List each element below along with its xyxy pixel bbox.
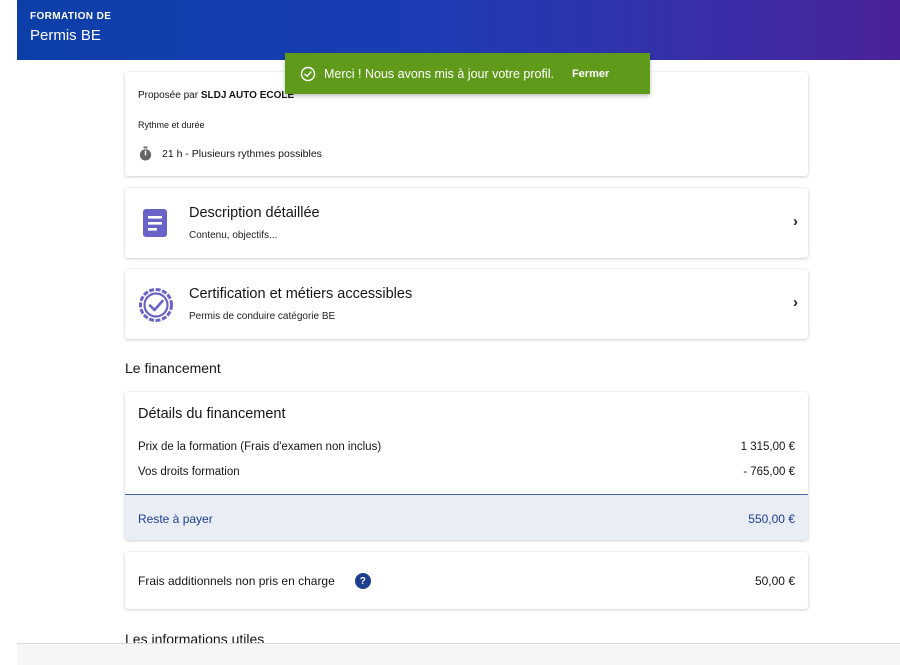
- financement-details-title: Détails du financement: [138, 406, 286, 422]
- toast-close-button[interactable]: Fermer: [572, 68, 609, 80]
- chevron-right-icon: ›: [793, 294, 798, 311]
- provider-line: Proposée par SLDJ AUTO ECOLE: [138, 90, 294, 101]
- rights-row: Vos droits formation - 765,00 €: [138, 466, 795, 478]
- duration-line: 21 h - Plusieurs rythmes possibles: [138, 146, 322, 161]
- bottom-bar: [17, 643, 900, 665]
- rythme-label: Rythme et durée: [138, 120, 205, 130]
- document-list-icon: [143, 209, 167, 237]
- help-icon[interactable]: ?: [354, 573, 371, 589]
- certification-title: Certification et métiers accessibles: [189, 286, 413, 302]
- provider-name: SLDJ AUTO ECOLE: [200, 90, 295, 101]
- rhythm-value: Plusieurs rythmes possibles: [191, 147, 322, 160]
- header-eyebrow: FORMATION DE: [30, 11, 112, 22]
- page-header: FORMATION DE Permis BE: [17, 0, 900, 60]
- remaining-value: 550,00 €: [748, 512, 795, 526]
- certified-badge-icon: [139, 288, 173, 322]
- fees-label-line: Frais additionnels non pris en charge ?: [138, 573, 371, 589]
- certification-link-card[interactable]: Certification et métiers accessibles Per…: [125, 269, 808, 339]
- description-title: Description détaillée: [189, 205, 320, 221]
- chevron-right-icon: ›: [793, 213, 798, 230]
- toast-message: Merci ! Nous avons mis à jour votre prof…: [324, 66, 554, 81]
- price-row: Prix de la formation (Frais d'examen non…: [138, 441, 795, 453]
- description-subtitle: Contenu, objectifs...: [189, 230, 278, 241]
- financement-details-card: Détails du financement Prix de la format…: [125, 392, 808, 540]
- remaining-row: Reste à payer 550,00 €: [138, 512, 795, 526]
- fees-label: Frais additionnels non pris en charge: [138, 574, 335, 588]
- remaining-label: Reste à payer: [138, 512, 213, 526]
- description-link-card[interactable]: Description détaillée Contenu, objectifs…: [125, 188, 808, 258]
- check-circle-icon: [300, 66, 316, 81]
- additional-fees-card: Frais additionnels non pris en charge ? …: [125, 552, 808, 609]
- certification-subtitle: Permis de conduire catégorie BE: [189, 311, 336, 322]
- price-value: 1 315,00 €: [740, 441, 795, 453]
- provider-prefix: Proposée par: [138, 90, 199, 101]
- success-toast: Merci ! Nous avons mis à jour votre prof…: [285, 53, 650, 94]
- remaining-total: Reste à payer 550,00 €: [125, 494, 808, 540]
- duration-value: 21 h -: [162, 147, 189, 160]
- financement-section-title: Le financement: [125, 360, 221, 376]
- price-label: Prix de la formation (Frais d'examen non…: [138, 441, 382, 453]
- page-title: Permis BE: [30, 27, 101, 44]
- rights-value: - 765,00 €: [743, 466, 795, 478]
- fees-value: 50,00 €: [754, 574, 795, 588]
- rights-label: Vos droits formation: [138, 466, 240, 478]
- stopwatch-icon: [139, 146, 152, 161]
